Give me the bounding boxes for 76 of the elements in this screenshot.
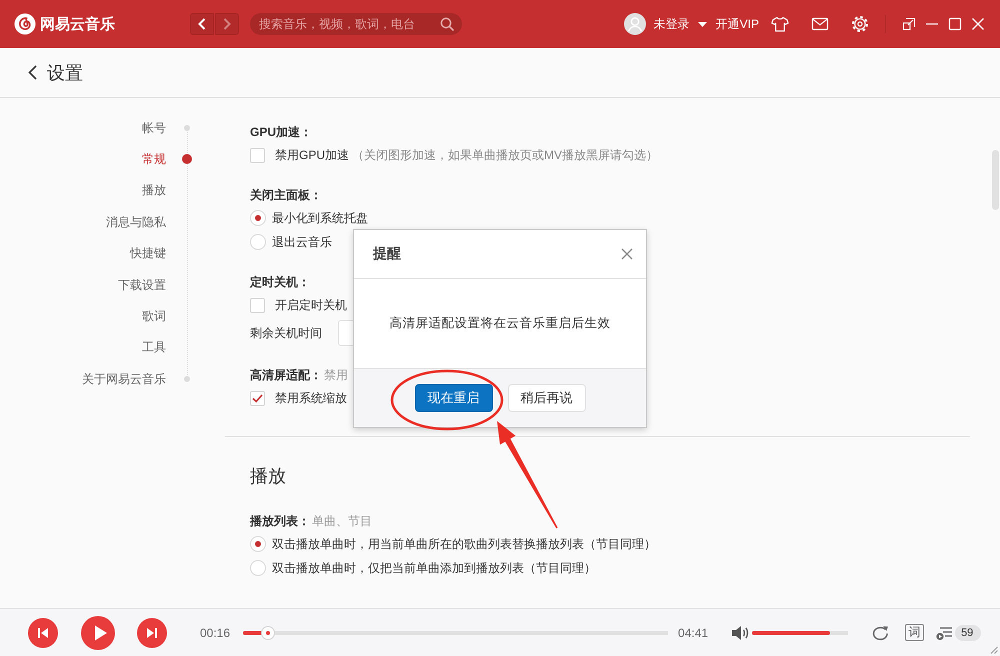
total-time: 04:41 — [678, 626, 708, 640]
logo-icon — [14, 13, 36, 35]
sidebar-item[interactable]: 播放 — [142, 182, 166, 198]
current-time: 00:16 — [200, 626, 230, 640]
restart-now-button[interactable]: 现在重启 — [414, 384, 492, 412]
mail-icon[interactable] — [811, 15, 829, 33]
group-hint: 单曲、节目 — [312, 512, 372, 530]
close-icon[interactable] — [621, 248, 633, 260]
group-title: 关闭主面板： — [250, 186, 322, 204]
radio-button[interactable] — [250, 560, 266, 576]
lyrics-button[interactable]: 词 — [905, 624, 924, 641]
search-icon[interactable] — [440, 17, 454, 31]
repeat-icon[interactable] — [871, 624, 890, 640]
sidebar-item[interactable]: 消息与隐私 — [106, 214, 166, 230]
chevron-left-icon — [198, 18, 206, 30]
avatar-icon[interactable] — [624, 13, 646, 35]
timeline-dot-icon — [182, 154, 192, 164]
option-label: 开启定时关机 — [275, 296, 347, 314]
play-button[interactable] — [81, 616, 115, 650]
mini-mode-icon[interactable] — [902, 17, 916, 31]
sidebar-item[interactable]: 下载设置 — [118, 276, 166, 293]
page-title: 设置 — [47, 62, 83, 84]
group-hint: 禁用 — [324, 366, 348, 384]
chevron-right-icon — [223, 18, 231, 30]
chevron-left-icon[interactable] — [28, 65, 37, 80]
resize-grip-icon[interactable] — [990, 646, 998, 654]
app-name: 网易云音乐 — [40, 14, 115, 34]
previous-button[interactable] — [28, 618, 58, 648]
option-note: （关闭图形加速，如果单曲播放页或MV播放黑屏请勾选） — [352, 146, 658, 164]
sidebar-item[interactable]: 帐号 — [142, 120, 166, 136]
group-title: 高清屏适配： — [250, 366, 322, 384]
field-label: 剩余关机时间 — [250, 324, 322, 342]
sidebar-item[interactable]: 工具 — [142, 339, 166, 356]
checkbox[interactable] — [250, 390, 265, 406]
dialog-title: 提醒 — [373, 245, 401, 263]
back-button[interactable] — [190, 13, 214, 35]
group-title: 定时关机： — [250, 274, 310, 290]
play-icon — [92, 624, 106, 640]
vip-link[interactable]: 开通VIP — [716, 16, 759, 32]
caret-icon[interactable] — [698, 22, 707, 26]
section-heading: 播放 — [250, 465, 286, 488]
settings-icon[interactable] — [851, 15, 869, 33]
time-field[interactable] — [338, 320, 354, 346]
sidebar-item[interactable]: 常规 — [142, 151, 166, 168]
shirt-icon[interactable] — [771, 15, 789, 33]
sidebar-item[interactable]: 歌词 — [142, 308, 166, 324]
sidebar-item[interactable]: 关于网易云音乐 — [82, 370, 166, 387]
option-label: 双击播放单曲时，用当前单曲所在的歌曲列表替换播放列表（节目同理） — [272, 536, 656, 552]
checkbox[interactable] — [250, 148, 265, 162]
radio-button[interactable] — [250, 536, 266, 552]
option-label: 禁用GPU加速 — [275, 146, 350, 164]
maximize-icon[interactable] — [948, 17, 962, 31]
username-link[interactable]: 未登录 — [654, 16, 690, 32]
timeline-dot-icon — [184, 124, 190, 131]
sidebar-item[interactable]: 快捷键 — [130, 245, 166, 262]
group-title: GPU加速： — [250, 124, 312, 140]
radio-button[interactable] — [250, 210, 266, 226]
speaker-icon[interactable] — [731, 624, 750, 640]
radio-button[interactable] — [250, 234, 266, 250]
playlist-icon[interactable] — [936, 624, 954, 640]
later-button[interactable]: 稍后再说 — [508, 384, 586, 412]
timeline-dot-icon — [184, 376, 190, 382]
option-label: 退出云音乐 — [272, 234, 332, 250]
skip-back-icon — [37, 626, 49, 638]
checkbox[interactable] — [250, 298, 265, 312]
option-label: 最小化到系统托盘 — [272, 210, 368, 226]
scrollbar-thumb[interactable] — [992, 150, 999, 210]
option-label: 禁用系统缩放 — [275, 390, 347, 406]
next-button[interactable] — [137, 618, 167, 648]
group-title: 播放列表： — [250, 512, 310, 530]
skip-forward-icon — [146, 626, 158, 638]
playlist-count[interactable]: 59 — [955, 624, 982, 640]
progress-thumb[interactable] — [261, 626, 276, 640]
search-field[interactable]: 搜索音乐，视频，歌词，电台 — [250, 13, 462, 35]
dialog-message: 高清屏适配设置将在云音乐重启后生效 — [390, 315, 610, 332]
option-label: 双击播放单曲时，仅把当前单曲添加到播放列表（节目同理） — [272, 560, 596, 576]
